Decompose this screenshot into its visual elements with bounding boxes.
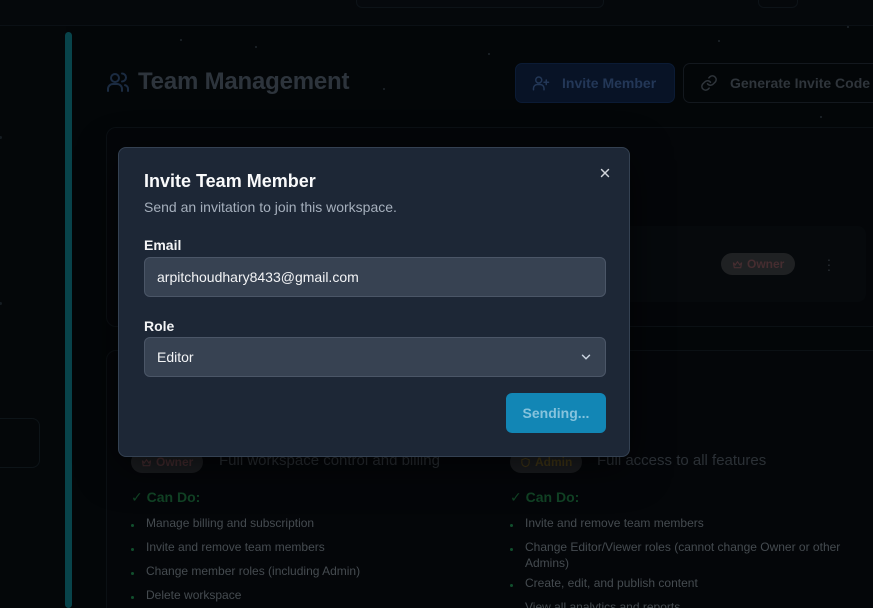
role-select-value: Editor [157,349,194,365]
dialog-title: Invite Team Member [144,171,316,191]
email-field[interactable] [144,257,606,297]
close-button[interactable] [595,163,615,183]
invite-team-member-dialog: Invite Team Member Send an invitation to… [118,147,630,457]
close-icon [600,168,610,178]
chevron-down-icon [581,354,591,360]
email-label: Email [144,237,182,253]
dialog-subtitle: Send an invitation to join this workspac… [144,199,397,215]
send-invite-button[interactable]: Sending... [506,393,606,433]
role-label: Role [144,318,175,334]
role-select[interactable]: Editor [144,337,606,377]
